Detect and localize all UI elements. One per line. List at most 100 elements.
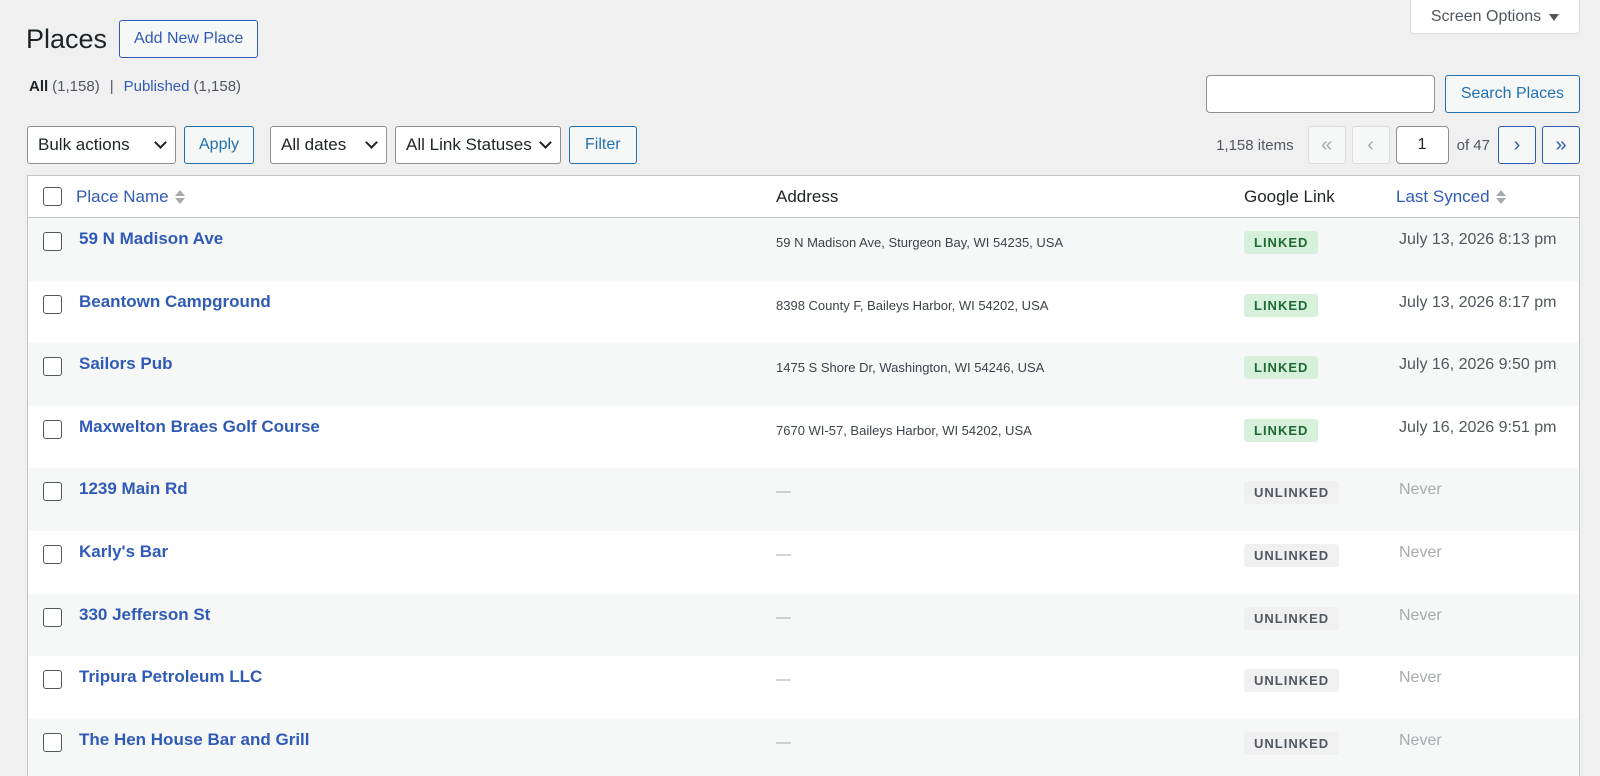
- dates-filter-select[interactable]: All dates: [270, 126, 388, 164]
- place-name-link[interactable]: 59 N Madison Ave: [79, 229, 223, 248]
- link-status-filter-select[interactable]: All Link Statuses: [395, 126, 562, 164]
- wp-admin-page: Screen Options Places Add New Place All …: [0, 0, 1600, 776]
- place-name-link[interactable]: Sailors Pub: [79, 354, 173, 373]
- place-name-link[interactable]: Karly's Bar: [79, 542, 168, 561]
- row-checkbox[interactable]: [42, 544, 62, 564]
- row-checkbox-cell: [28, 343, 76, 377]
- column-address: Address: [776, 186, 839, 206]
- row-checkbox-cell: [28, 281, 76, 314]
- place-name-link[interactable]: The Hen House Bar and Grill: [79, 730, 310, 749]
- bulk-actions-value: Bulk actions: [38, 135, 130, 154]
- places-table: Place Name Address Google Link Last Sync…: [27, 175, 1580, 776]
- chevron-down-icon: [154, 136, 167, 149]
- column-google-link: Google Link: [1244, 186, 1335, 206]
- row-name-cell: Tripura Petroleum LLC: [76, 656, 776, 687]
- bulk-actions-select[interactable]: Bulk actions: [27, 126, 176, 164]
- place-name-link[interactable]: Tripura Petroleum LLC: [79, 667, 262, 686]
- sort-last-synced[interactable]: Last Synced: [1396, 187, 1506, 207]
- sort-arrows-icon: [1495, 189, 1506, 204]
- row-checkbox-cell: [28, 531, 76, 564]
- table-row: Sailors Pub 1475 S Shore Dr, Washington,…: [28, 343, 1579, 406]
- row-link-cell: LINKED: [1244, 281, 1396, 317]
- row-checkbox[interactable]: [42, 294, 62, 314]
- row-checkbox[interactable]: [42, 357, 62, 377]
- place-name-link[interactable]: 330 Jefferson St: [79, 605, 210, 624]
- row-address: —: [776, 545, 791, 563]
- row-name-cell: 330 Jefferson St: [76, 594, 776, 625]
- table-row: 1239 Main Rd — UNLINKED Never: [28, 468, 1579, 531]
- view-published-count: (1,158): [193, 78, 242, 95]
- row-checkbox-cell: [28, 719, 76, 752]
- column-last-synced: Last Synced: [1396, 187, 1579, 207]
- row-address: 59 N Madison Ave, Sturgeon Bay, WI 54235…: [776, 235, 1064, 250]
- row-address: —: [776, 483, 791, 501]
- view-all-count: (1,158): [52, 78, 100, 95]
- filter-button[interactable]: Filter: [569, 126, 637, 164]
- table-row: 59 N Madison Ave 59 N Madison Ave, Sturg…: [28, 218, 1579, 281]
- add-new-place-button[interactable]: Add New Place: [119, 20, 259, 58]
- row-name-cell: 59 N Madison Ave: [76, 218, 776, 249]
- items-count: 1,158 items: [1216, 136, 1294, 154]
- apply-button[interactable]: Apply: [184, 126, 255, 164]
- place-name-link[interactable]: 1239 Main Rd: [79, 479, 188, 498]
- select-all-checkbox[interactable]: [42, 187, 62, 206]
- row-link-cell: LINKED: [1244, 343, 1396, 380]
- row-last-synced: Never: [1399, 606, 1442, 624]
- row-link-cell: UNLINKED: [1244, 594, 1396, 630]
- row-address: —: [776, 733, 791, 751]
- row-last-synced: July 13, 2026 8:13 pm: [1399, 231, 1557, 248]
- row-name-cell: Sailors Pub: [76, 343, 776, 374]
- row-name-cell: 1239 Main Rd: [76, 468, 776, 499]
- search-box: Search Places: [1205, 75, 1580, 113]
- row-address: —: [776, 608, 791, 626]
- table-header: Place Name Address Google Link Last Sync…: [28, 176, 1579, 218]
- chevron-down-icon: [365, 136, 378, 149]
- row-last-synced: Never: [1399, 543, 1442, 561]
- row-checkbox[interactable]: [42, 419, 62, 439]
- row-last-synced: July 16, 2026 9:51 pm: [1399, 418, 1557, 436]
- view-all-link[interactable]: All: [29, 78, 48, 95]
- total-pages: of 47: [1456, 136, 1490, 154]
- sort-place-name[interactable]: Place Name: [76, 187, 185, 207]
- pagination: 1,158 items « ‹ of 47 › »: [1216, 126, 1580, 164]
- row-name-cell: The Hen House Bar and Grill: [76, 719, 776, 750]
- prev-page-button: ‹: [1351, 126, 1390, 164]
- row-checkbox[interactable]: [42, 232, 62, 251]
- row-link-cell: LINKED: [1244, 406, 1396, 442]
- last-page-button[interactable]: »: [1542, 126, 1580, 164]
- row-checkbox-cell: [28, 406, 76, 439]
- row-name-cell: Maxwelton Braes Golf Course: [76, 406, 776, 437]
- dates-filter-value: All dates: [281, 135, 347, 154]
- row-address: —: [776, 671, 791, 689]
- status-badge: UNLINKED: [1244, 481, 1340, 505]
- row-checkbox-cell: [28, 218, 76, 251]
- row-checkbox[interactable]: [42, 482, 62, 502]
- next-page-button[interactable]: ›: [1498, 126, 1536, 164]
- view-separator: |: [109, 78, 114, 95]
- tablenav-top: Bulk actions Apply All dates All Link St…: [27, 126, 1580, 164]
- row-checkbox-cell: [28, 594, 76, 627]
- row-checkbox[interactable]: [42, 607, 62, 627]
- column-place-name: Place Name: [76, 187, 776, 207]
- screen-options-button[interactable]: Screen Options: [1410, 0, 1580, 34]
- row-address: 8398 County F, Baileys Harbor, WI 54202,…: [776, 297, 1049, 313]
- status-badge: UNLINKED: [1244, 543, 1340, 567]
- row-last-synced: Never: [1399, 669, 1442, 687]
- sort-arrows-icon: [174, 189, 185, 204]
- search-input[interactable]: [1205, 75, 1435, 113]
- view-published-link[interactable]: Published: [124, 78, 190, 95]
- place-name-link[interactable]: Beantown Campground: [79, 292, 271, 311]
- row-link-cell: UNLINKED: [1244, 531, 1396, 567]
- row-checkbox-cell: [28, 656, 76, 690]
- row-checkbox[interactable]: [42, 670, 62, 690]
- search-places-button[interactable]: Search Places: [1444, 75, 1580, 113]
- table-row: Karly's Bar — UNLINKED Never: [28, 530, 1579, 594]
- current-page-input[interactable]: [1395, 126, 1449, 164]
- row-link-cell: UNLINKED: [1244, 656, 1396, 693]
- row-checkbox[interactable]: [42, 732, 62, 752]
- place-name-link[interactable]: Maxwelton Braes Golf Course: [79, 417, 320, 436]
- column-place-name-label: Place Name: [76, 186, 169, 206]
- page-title: Places: [26, 23, 108, 54]
- table-body: 59 N Madison Ave 59 N Madison Ave, Sturg…: [28, 218, 1579, 776]
- row-last-synced: July 16, 2026 9:50 pm: [1399, 356, 1557, 374]
